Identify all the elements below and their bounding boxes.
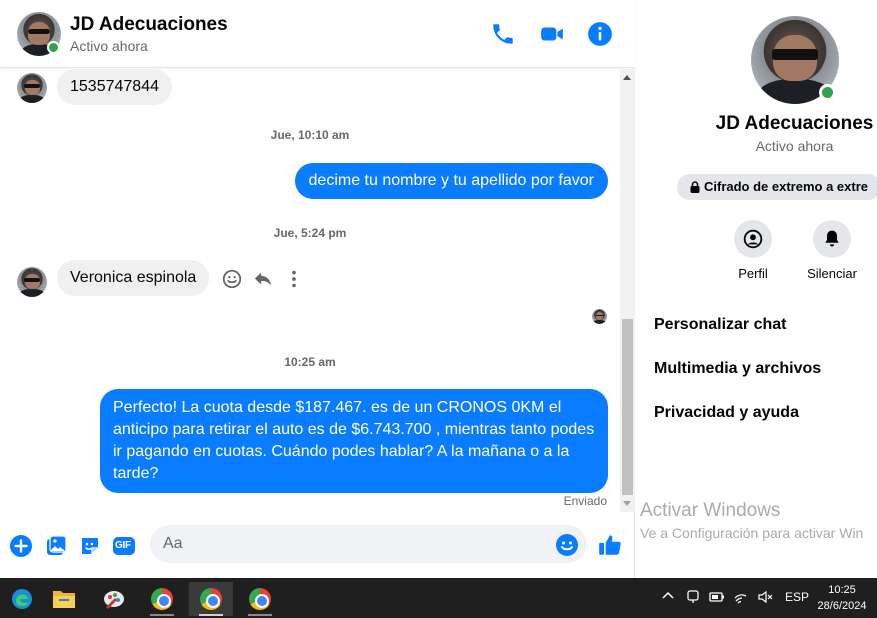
chrome-icon[interactable] bbox=[140, 582, 184, 616]
encryption-label: Cifrado de extremo a extre bbox=[704, 179, 869, 194]
scroll-thumb[interactable] bbox=[622, 319, 633, 495]
file-explorer-icon[interactable] bbox=[42, 582, 86, 616]
activation-watermark: Activar Windows Ve a Configuración para … bbox=[640, 500, 863, 541]
mute-label: Silenciar bbox=[807, 266, 857, 281]
paint-icon[interactable] bbox=[92, 582, 136, 616]
scroll-up-arrow[interactable] bbox=[623, 75, 631, 80]
outgoing-message[interactable]: decime tu nombre y tu apellido por favor bbox=[294, 163, 608, 199]
contact-name[interactable]: JD Adecuaciones bbox=[70, 14, 228, 36]
plus-icon[interactable] bbox=[9, 534, 33, 558]
profile-icon[interactable] bbox=[734, 220, 772, 258]
timestamp: 10:25 am bbox=[284, 355, 336, 369]
battery-icon[interactable] bbox=[709, 590, 725, 607]
phone-icon[interactable] bbox=[490, 21, 516, 47]
sender-avatar[interactable] bbox=[17, 73, 47, 103]
activation-title: Activar Windows bbox=[640, 500, 781, 521]
panel-contact-name: JD Adecuaciones bbox=[715, 113, 874, 134]
privacy-help-item[interactable]: Privacidad y ayuda bbox=[654, 404, 799, 422]
gif-label: GIF bbox=[115, 540, 131, 551]
taskbar: ESP 10:25 28/6/2024 bbox=[0, 578, 877, 618]
reply-icon[interactable] bbox=[252, 268, 274, 295]
video-call-icon[interactable] bbox=[539, 21, 565, 47]
contact-status: Activo ahora bbox=[70, 38, 148, 54]
messenger-window: JD Adecuaciones Activo ahora 1535747844 … bbox=[0, 0, 877, 618]
scrollbar[interactable] bbox=[620, 69, 635, 512]
chrome-work-icon[interactable] bbox=[238, 582, 282, 616]
activation-subtitle: Ve a Configuración para activar Win bbox=[640, 525, 864, 541]
chrome-profile-icon[interactable] bbox=[189, 582, 233, 616]
more-options-icon[interactable] bbox=[283, 268, 305, 295]
speaker-muted-icon[interactable] bbox=[757, 589, 773, 608]
profile-label: Perfil bbox=[738, 266, 768, 281]
encryption-badge[interactable]: Cifrado de extremo a extre bbox=[677, 174, 877, 200]
sender-avatar[interactable] bbox=[17, 267, 47, 297]
chat-column: JD Adecuaciones Activo ahora 1535747844 … bbox=[0, 0, 635, 578]
online-indicator bbox=[47, 41, 60, 54]
chat-header: JD Adecuaciones Activo ahora bbox=[0, 0, 635, 68]
online-indicator bbox=[819, 84, 836, 101]
incoming-message[interactable]: 1535747844 bbox=[57, 69, 172, 105]
customize-chat-item[interactable]: Personalizar chat bbox=[654, 316, 787, 334]
sticker-icon[interactable] bbox=[78, 534, 102, 558]
timestamp: Jue, 10:10 am bbox=[270, 128, 350, 142]
like-icon[interactable] bbox=[597, 532, 623, 558]
outgoing-message[interactable]: Perfecto! La cuota desde $187.467. es de… bbox=[100, 389, 608, 493]
emoji-icon[interactable] bbox=[555, 533, 579, 557]
wifi-icon[interactable] bbox=[734, 589, 750, 608]
panel-contact-status: Activo ahora bbox=[755, 138, 834, 154]
clock-date: 28/6/2024 bbox=[817, 600, 867, 612]
mute-action[interactable]: Silenciar bbox=[802, 220, 862, 281]
message-list[interactable]: 1535747844 Jue, 10:10 am decime tu nombr… bbox=[0, 69, 620, 512]
incoming-message[interactable]: Veronica espinola bbox=[57, 260, 210, 296]
bell-icon[interactable] bbox=[813, 220, 851, 258]
clock-time: 10:25 bbox=[828, 584, 856, 596]
language-indicator[interactable]: ESP bbox=[785, 590, 809, 604]
clock[interactable]: 10:25 28/6/2024 bbox=[812, 582, 872, 614]
chevron-up-icon[interactable] bbox=[661, 589, 675, 606]
edge-icon[interactable] bbox=[0, 582, 44, 616]
scroll-down-arrow[interactable] bbox=[623, 501, 631, 506]
message-input[interactable] bbox=[150, 525, 587, 563]
info-icon[interactable] bbox=[587, 21, 613, 47]
gif-icon[interactable]: GIF bbox=[112, 534, 136, 558]
timestamp: Jue, 5:24 pm bbox=[273, 226, 347, 240]
pen-device-icon[interactable] bbox=[685, 589, 701, 608]
conversation-info-panel: JD Adecuaciones Activo ahora Cifrado de … bbox=[636, 0, 877, 578]
media-files-item[interactable]: Multimedia y archivos bbox=[654, 360, 821, 378]
lock-icon bbox=[690, 176, 700, 202]
sent-status: Enviado bbox=[563, 494, 607, 508]
smiley-icon[interactable] bbox=[221, 268, 243, 295]
image-icon[interactable] bbox=[44, 534, 68, 558]
composer: GIF bbox=[0, 512, 635, 578]
profile-action[interactable]: Perfil bbox=[723, 220, 783, 281]
seen-indicator-avatar bbox=[592, 309, 607, 324]
